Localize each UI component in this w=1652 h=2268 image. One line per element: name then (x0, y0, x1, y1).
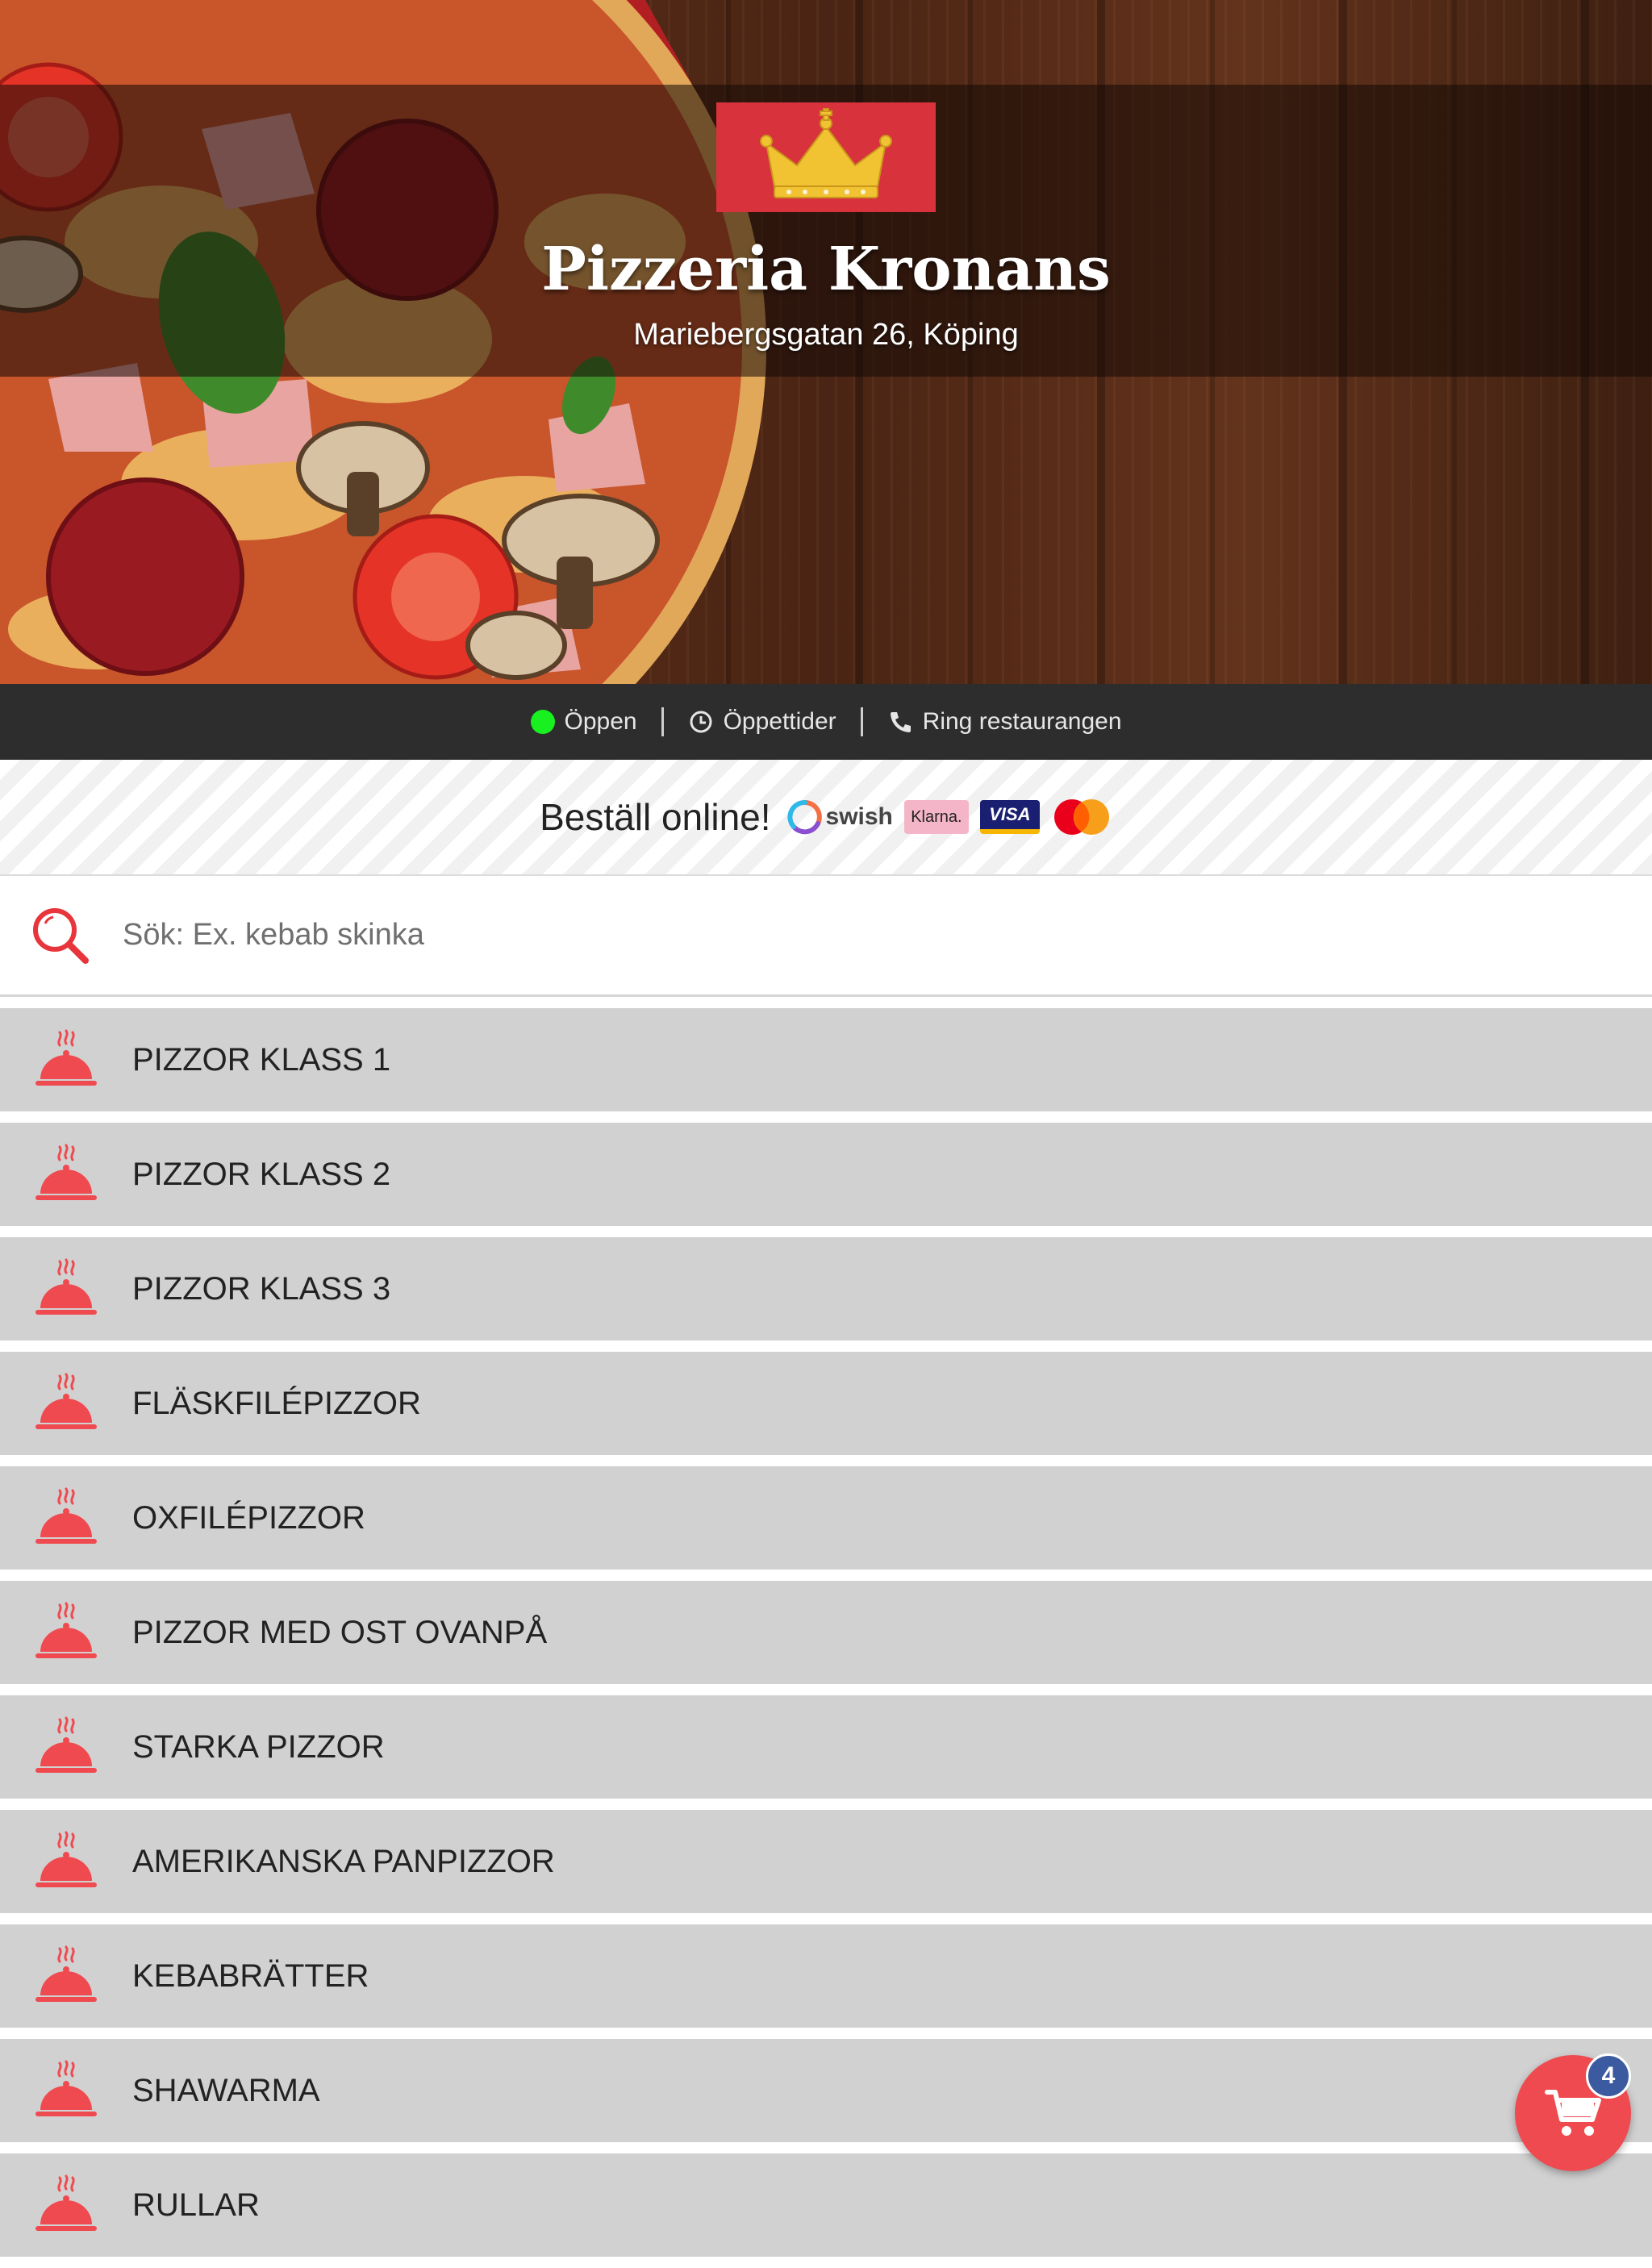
category-label: PIZZOR MED OST OVANPÅ (132, 1614, 548, 1650)
cloche-icon (35, 1716, 97, 1773)
category-label: PIZZOR KLASS 1 (132, 1041, 391, 1078)
restaurant-logo (716, 102, 936, 212)
swish-icon (786, 800, 822, 835)
opening-hours-label: Öppettider (723, 708, 836, 735)
open-status-dot-icon (530, 710, 555, 734)
category-label: FLÄSKFILÉPIZZOR (132, 1385, 421, 1421)
restaurant-name: Pizzeria Kronans (541, 235, 1111, 304)
separator (860, 707, 863, 736)
phone-icon (890, 712, 911, 732)
shopping-cart-icon (1545, 2090, 1601, 2136)
category-item[interactable]: RULLAR (0, 2153, 1652, 2257)
opening-hours-link[interactable]: Öppettider (688, 708, 836, 736)
cloche-icon-container (0, 1029, 132, 1090)
cloche-icon-container (0, 1602, 132, 1663)
cloche-icon (35, 1945, 97, 2002)
cloche-icon (35, 2060, 97, 2116)
category-label: PIZZOR KLASS 2 (132, 1156, 391, 1192)
category-label: RULLAR (132, 2187, 260, 2223)
category-item[interactable]: KEBABRÄTTER (0, 1924, 1652, 2028)
info-bar: Öppen Öppettider Ring restaurangen (0, 684, 1652, 760)
search-icon (33, 907, 89, 964)
clock-icon (690, 711, 712, 733)
search-input[interactable] (121, 917, 1573, 953)
cloche-icon-container (0, 1144, 132, 1205)
mastercard-logo (1051, 798, 1112, 836)
cart-count-badge: 4 (1586, 2053, 1631, 2099)
category-item[interactable]: PIZZOR KLASS 3 (0, 1237, 1652, 1340)
cloche-icon-container (0, 1373, 132, 1434)
cloche-icon (35, 1144, 97, 1200)
cloche-icon-container (0, 1258, 132, 1320)
cloche-icon (35, 1602, 97, 1658)
order-online-label: Beställ online! (540, 796, 771, 838)
restaurant-address: Mariebergsgatan 26, Köping (633, 318, 1019, 352)
cloche-icon-container (0, 1716, 132, 1778)
category-label: AMERIKANSKA PANPIZZOR (132, 1843, 555, 1879)
order-online-strip: Beställ online! swish Klarna. VISA (0, 760, 1652, 874)
swish-label: swish (825, 803, 893, 830)
crown-icon (760, 108, 892, 198)
open-status: Öppen (530, 708, 637, 736)
klarna-logo: Klarna. (903, 800, 969, 834)
cloche-icon (35, 2174, 97, 2231)
swish-logo: swish (786, 799, 893, 835)
cloche-icon-container (0, 2060, 132, 2121)
category-item[interactable]: OXFILÉPIZZOR (0, 1466, 1652, 1570)
category-item[interactable]: PIZZOR KLASS 1 (0, 1008, 1652, 1111)
cloche-icon-container (0, 1945, 132, 2007)
open-status-label: Öppen (564, 708, 637, 735)
cloche-icon-container (0, 2174, 132, 2236)
cloche-icon-container (0, 1831, 132, 1892)
mastercard-icon (1053, 799, 1109, 835)
hero-banner: Pizzeria Kronans Mariebergsgatan 26, Köp… (0, 0, 1652, 684)
category-label: OXFILÉPIZZOR (132, 1499, 365, 1536)
category-item[interactable]: PIZZOR MED OST OVANPÅ (0, 1581, 1652, 1684)
category-item[interactable]: FLÄSKFILÉPIZZOR (0, 1352, 1652, 1455)
call-restaurant-link[interactable]: Ring restaurangen (887, 708, 1122, 736)
category-item[interactable]: SHAWARMA (0, 2039, 1652, 2142)
call-restaurant-label: Ring restaurangen (922, 708, 1122, 735)
cloche-icon (35, 1831, 97, 1887)
category-label: KEBABRÄTTER (132, 1957, 369, 1994)
visa-logo: VISA (979, 800, 1040, 834)
cloche-icon (35, 1258, 97, 1315)
category-label: SHAWARMA (132, 2072, 320, 2108)
cloche-icon (35, 1029, 97, 1086)
separator (661, 707, 664, 736)
category-label: PIZZOR KLASS 3 (132, 1270, 391, 1307)
cloche-icon-container (0, 1487, 132, 1549)
category-item[interactable]: STARKA PIZZOR (0, 1695, 1652, 1799)
cloche-icon (35, 1373, 97, 1429)
search-icon-container (0, 876, 121, 994)
category-label: STARKA PIZZOR (132, 1728, 385, 1765)
category-item[interactable]: PIZZOR KLASS 2 (0, 1123, 1652, 1226)
cloche-icon (35, 1487, 97, 1544)
category-item[interactable]: AMERIKANSKA PANPIZZOR (0, 1810, 1652, 1913)
search-bar (0, 874, 1652, 997)
category-list: PIZZOR KLASS 1 PIZZOR KLASS 2 PIZZOR KLA… (0, 1008, 1652, 2268)
